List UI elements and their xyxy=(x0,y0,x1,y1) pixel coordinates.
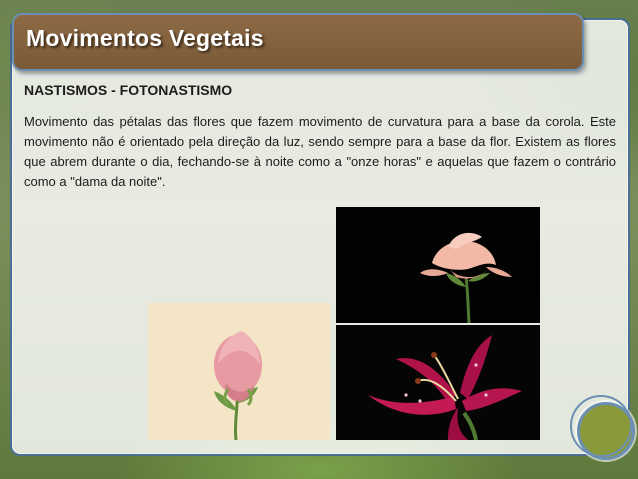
rose-bud-photo xyxy=(148,303,330,440)
lily-photo xyxy=(336,325,540,440)
opening-rose-photo xyxy=(336,207,540,323)
section-heading: NASTISMOS - FOTONASTISMO xyxy=(24,82,233,98)
title-bar: Movimentos Vegetais xyxy=(12,13,584,77)
decorative-circle xyxy=(570,395,635,460)
slide-title: Movimentos Vegetais xyxy=(26,25,264,51)
body-paragraph: Movimento das pétalas das flores que faz… xyxy=(24,114,616,189)
